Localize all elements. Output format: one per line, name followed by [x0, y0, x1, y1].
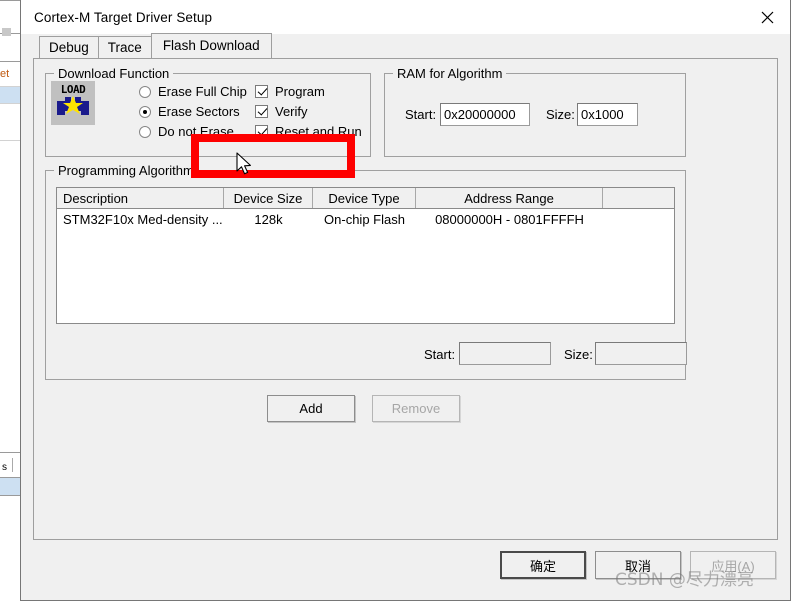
radio-do-not-erase[interactable]: Do not Erase [139, 124, 234, 139]
download-function-legend: Download Function [54, 66, 174, 81]
radio-indicator [139, 125, 151, 138]
cell-blank [603, 209, 674, 229]
add-button[interactable]: Add [267, 395, 355, 422]
tab-strip: Debug Trace Flash Download [39, 33, 790, 58]
bg-selected-row [0, 87, 20, 103]
checkbox-verify[interactable]: Verify [255, 104, 308, 119]
ram-start-input[interactable]: 0x20000000 [440, 103, 530, 126]
algo-size-input[interactable] [595, 342, 687, 365]
table-row[interactable]: STM32F10x Med-density ... 128k On-chip F… [57, 209, 674, 229]
bg-divider [0, 495, 20, 496]
radio-erase-full-chip[interactable]: Erase Full Chip [139, 84, 247, 99]
radio-erase-sectors[interactable]: Erase Sectors [139, 104, 240, 119]
apply-button[interactable]: 应用(A) [690, 551, 776, 579]
table-header-row: Description Device Size Device Type Addr… [57, 188, 674, 209]
bg-divider [0, 452, 20, 453]
checkbox-indicator [255, 125, 268, 138]
radio-indicator [139, 105, 151, 118]
dialog-footer: 确定 取消 应用(A) [21, 548, 790, 600]
bg-toolbar-chip [2, 28, 11, 36]
algo-start-input[interactable] [459, 342, 551, 365]
radio-label: Erase Sectors [158, 104, 240, 119]
tab-debug[interactable]: Debug [39, 36, 99, 58]
radio-indicator [139, 85, 151, 98]
checkbox-indicator [255, 85, 268, 98]
checkbox-label: Program [275, 84, 325, 99]
algo-start-label: Start: [424, 347, 456, 362]
checkbox-indicator [255, 105, 268, 118]
column-header-device-size[interactable]: Device Size [224, 188, 313, 208]
radio-label: Erase Full Chip [158, 84, 247, 99]
ram-size-label: Size: [546, 107, 575, 122]
programming-algorithm-table[interactable]: Description Device Size Device Type Addr… [56, 187, 675, 324]
column-header-device-type[interactable]: Device Type [313, 188, 416, 208]
flash-download-tab-page: Download Function LOAD Erase Full Chip E… [33, 58, 778, 540]
cell-description: STM32F10x Med-density ... [63, 211, 223, 227]
column-header-description[interactable]: Description [57, 188, 224, 208]
tab-trace[interactable]: Trace [97, 36, 152, 58]
load-icon: LOAD [51, 81, 95, 125]
bg-text-fragment-bottom: s [2, 462, 7, 473]
algo-size-label: Size: [564, 347, 593, 362]
close-icon[interactable] [744, 0, 790, 34]
cell-address-range: 08000000H - 0801FFFFH [435, 211, 584, 227]
programming-algorithm-legend: Programming Algorithm [54, 163, 198, 178]
ram-start-label: Start: [405, 107, 437, 122]
checkbox-reset-and-run[interactable]: Reset and Run [255, 124, 362, 139]
dialog-titlebar: Cortex-M Target Driver Setup [21, 0, 790, 34]
ram-for-algorithm-legend: RAM for Algorithm [393, 66, 507, 81]
cortex-m-target-driver-setup-dialog: Cortex-M Target Driver Setup Debug Trace… [20, 0, 791, 601]
checkbox-label: Verify [275, 104, 308, 119]
tab-flash-download[interactable]: Flash Download [150, 33, 272, 58]
bg-selected-row [0, 478, 20, 495]
remove-button[interactable]: Remove [372, 395, 460, 422]
bg-divider [0, 61, 20, 62]
cancel-button[interactable]: 取消 [595, 551, 681, 579]
ok-button[interactable]: 确定 [500, 551, 586, 579]
dialog-title: Cortex-M Target Driver Setup [34, 9, 213, 25]
radio-label: Do not Erase [158, 124, 234, 139]
bg-text-fragment-top: et [0, 68, 10, 80]
bg-divider [0, 103, 20, 104]
checkbox-label: Reset and Run [275, 124, 362, 139]
cell-device-size: 128k [254, 211, 283, 227]
checkbox-program[interactable]: Program [255, 84, 325, 99]
ram-size-input[interactable]: 0x1000 [577, 103, 638, 126]
column-header-address-range[interactable]: Address Range [416, 188, 603, 208]
cell-device-type: On-chip Flash [324, 211, 405, 227]
bg-divider [12, 458, 13, 472]
bg-divider [0, 140, 20, 141]
bg-divider [0, 0, 20, 1]
column-header-blank[interactable] [603, 188, 674, 208]
